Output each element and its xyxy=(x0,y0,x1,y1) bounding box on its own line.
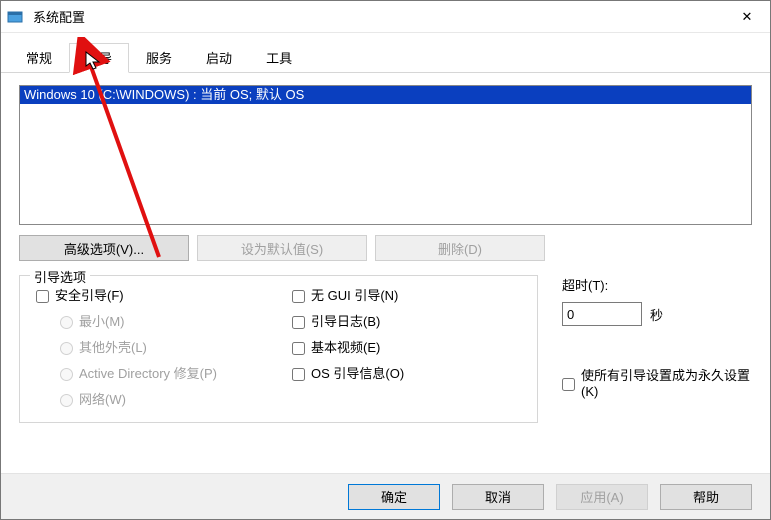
titlebar: 系统配置 ✕ xyxy=(1,1,770,33)
os-list[interactable]: Windows 10 (C:\WINDOWS) : 当前 OS; 默认 OS xyxy=(19,85,752,225)
tab-label: 引导 xyxy=(86,51,112,66)
cancel-button[interactable]: 取消 xyxy=(452,484,544,510)
tab-label: 启动 xyxy=(206,51,232,66)
safe-boot-label: 安全引导(F) xyxy=(55,288,124,304)
minimal-input xyxy=(60,316,73,329)
boot-log-input[interactable] xyxy=(292,316,305,329)
safe-boot-input[interactable] xyxy=(36,290,49,303)
os-boot-info-label: OS 引导信息(O) xyxy=(311,366,404,382)
delete-button: 删除(D) xyxy=(375,235,545,261)
boot-log-checkbox[interactable]: 引导日志(B) xyxy=(292,314,472,330)
tab-content-boot: Windows 10 (C:\WINDOWS) : 当前 OS; 默认 OS 高… xyxy=(1,73,770,435)
os-entry-selected[interactable]: Windows 10 (C:\WINDOWS) : 当前 OS; 默认 OS xyxy=(20,86,751,104)
tab-general[interactable]: 常规 xyxy=(9,43,69,72)
tab-tools[interactable]: 工具 xyxy=(249,43,309,72)
timeout-label: 超时(T): xyxy=(562,275,752,294)
boot-lower-region: 引导选项 安全引导(F) 最小(M) 其他外壳(L) xyxy=(19,275,752,423)
dialog-button-bar: 确定 取消 应用(A) 帮助 xyxy=(1,473,770,519)
permanent-input[interactable] xyxy=(562,378,575,391)
boot-log-label: 引导日志(B) xyxy=(311,314,380,330)
tab-services[interactable]: 服务 xyxy=(129,43,189,72)
network-input xyxy=(60,394,73,407)
apply-button: 应用(A) xyxy=(556,484,648,510)
base-video-label: 基本视频(E) xyxy=(311,340,380,356)
permanent-checkbox[interactable]: 使所有引导设置成为永久设置(K) xyxy=(562,368,752,400)
timeout-row: 秒 xyxy=(562,302,752,326)
boot-options-left-col: 安全引导(F) 最小(M) 其他外壳(L) Active Direct xyxy=(36,288,256,408)
boot-options-legend: 引导选项 xyxy=(30,267,90,286)
network-radio: 网络(W) xyxy=(60,392,256,408)
ad-repair-input xyxy=(60,368,73,381)
boot-options-group: 引导选项 安全引导(F) 最小(M) 其他外壳(L) xyxy=(19,275,538,423)
app-icon xyxy=(7,9,23,25)
help-button[interactable]: 帮助 xyxy=(660,484,752,510)
ok-button[interactable]: 确定 xyxy=(348,484,440,510)
close-icon: ✕ xyxy=(742,9,753,25)
tab-label: 工具 xyxy=(266,51,292,66)
safe-boot-checkbox[interactable]: 安全引导(F) xyxy=(36,288,256,304)
set-default-button: 设为默认值(S) xyxy=(197,235,367,261)
tab-label: 常规 xyxy=(26,51,52,66)
tab-startup[interactable]: 启动 xyxy=(189,43,249,72)
msconfig-window: 系统配置 ✕ 常规 引导 服务 启动 工具 Windows 10 (C:\WIN… xyxy=(0,0,771,520)
no-gui-checkbox[interactable]: 无 GUI 引导(N) xyxy=(292,288,472,304)
tab-label: 服务 xyxy=(146,51,172,66)
window-title: 系统配置 xyxy=(33,7,724,26)
no-gui-input[interactable] xyxy=(292,290,305,303)
alt-shell-radio: 其他外壳(L) xyxy=(60,340,256,356)
base-video-input[interactable] xyxy=(292,342,305,355)
ad-repair-label: Active Directory 修复(P) xyxy=(79,366,217,382)
advanced-options-button[interactable]: 高级选项(V)... xyxy=(19,235,189,261)
boot-options-right-col: 无 GUI 引导(N) 引导日志(B) 基本视频(E) OS 引导信息 xyxy=(292,288,472,408)
minimal-radio: 最小(M) xyxy=(60,314,256,330)
base-video-checkbox[interactable]: 基本视频(E) xyxy=(292,340,472,356)
alt-shell-label: 其他外壳(L) xyxy=(79,340,147,356)
alt-shell-input xyxy=(60,342,73,355)
network-label: 网络(W) xyxy=(79,392,126,408)
tab-boot[interactable]: 引导 xyxy=(69,43,129,73)
os-boot-info-input[interactable] xyxy=(292,368,305,381)
timeout-unit: 秒 xyxy=(650,305,663,324)
ad-repair-radio: Active Directory 修复(P) xyxy=(60,366,256,382)
timeout-input[interactable] xyxy=(562,302,642,326)
right-column: 超时(T): 秒 使所有引导设置成为永久设置(K) xyxy=(562,275,752,423)
close-button[interactable]: ✕ xyxy=(724,1,770,33)
no-gui-label: 无 GUI 引导(N) xyxy=(311,288,398,304)
spacer xyxy=(562,334,752,360)
tab-strip: 常规 引导 服务 启动 工具 xyxy=(1,33,770,73)
permanent-label: 使所有引导设置成为永久设置(K) xyxy=(581,368,752,400)
os-boot-info-checkbox[interactable]: OS 引导信息(O) xyxy=(292,366,472,382)
minimal-label: 最小(M) xyxy=(79,314,125,330)
boot-options-columns: 安全引导(F) 最小(M) 其他外壳(L) Active Direct xyxy=(36,288,521,408)
mid-button-row: 高级选项(V)... 设为默认值(S) 删除(D) xyxy=(19,235,752,261)
